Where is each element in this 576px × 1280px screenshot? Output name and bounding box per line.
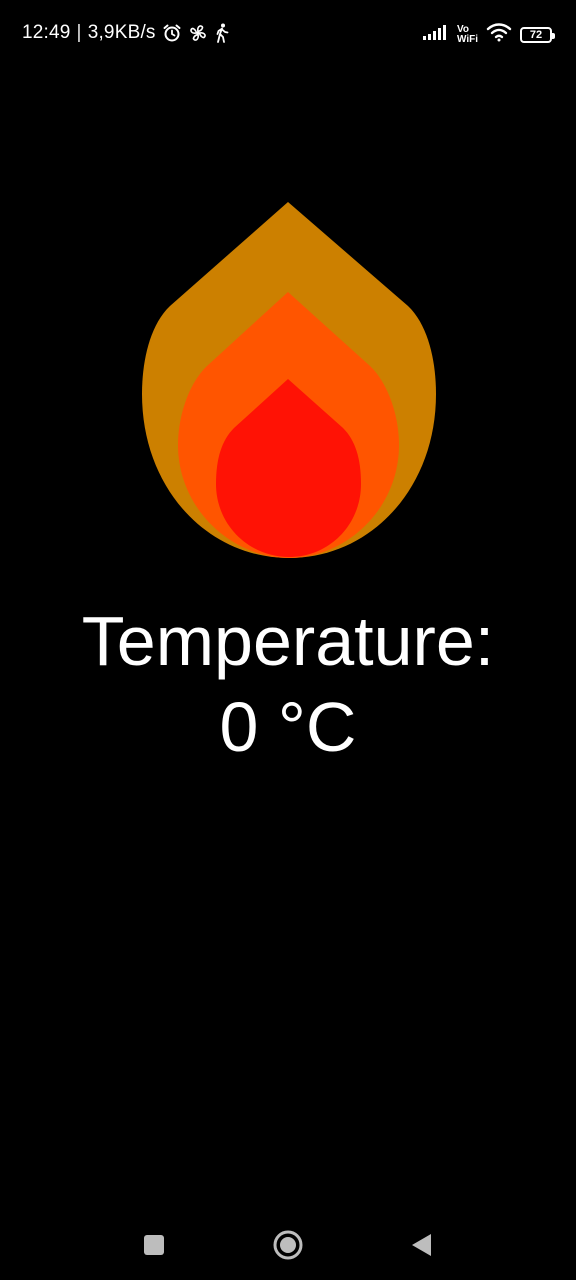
circle-icon — [273, 1230, 303, 1260]
temperature-value: 0 °C — [219, 688, 357, 766]
fan-icon — [188, 23, 208, 43]
vo-label: Vo — [456, 23, 470, 35]
recents-button[interactable] — [134, 1230, 174, 1260]
wifi-label: WiFi — [456, 33, 478, 45]
home-button[interactable] — [268, 1230, 308, 1260]
walking-icon — [214, 23, 230, 43]
status-separator: | — [76, 22, 82, 43]
square-icon — [144, 1235, 164, 1255]
signal-icon — [422, 24, 449, 45]
status-left: 12:49 | 3,9KB/s — [22, 22, 230, 44]
flame-icon — [142, 202, 436, 558]
vowifi-indicator: Vo WiFi — [456, 23, 478, 45]
status-bar: 12:49 | 3,9KB/s Vo WiFi 72 — [0, 0, 576, 70]
temperature-label: Temperature: — [81, 602, 495, 680]
temperature-display: Temperature: 0 °C — [0, 598, 576, 770]
app-screen: 12:49 | 3,9KB/s Vo WiFi 72 Temperature: … — [0, 0, 576, 1280]
battery-level: 72 — [529, 28, 543, 41]
status-right: Vo WiFi 72 — [422, 22, 555, 47]
clock: 12:49 — [22, 22, 71, 43]
navigation-bar — [0, 1210, 576, 1280]
network-speed: 3,9KB/s — [87, 22, 156, 43]
battery-indicator: 72 — [520, 26, 555, 43]
alarm-icon — [162, 23, 182, 43]
wifi-icon — [486, 22, 512, 47]
back-triangle-icon — [412, 1234, 431, 1256]
back-button[interactable] — [402, 1230, 442, 1260]
